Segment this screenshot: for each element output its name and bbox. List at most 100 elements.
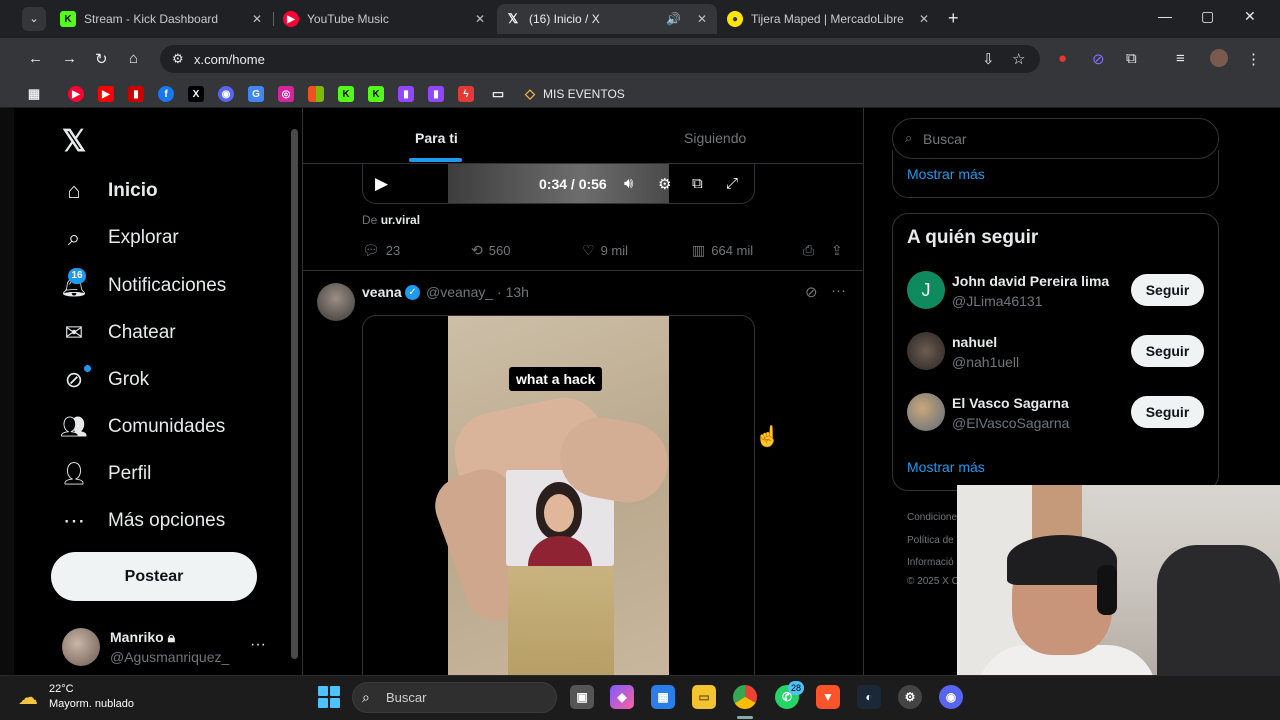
x-bookmark-icon[interactable]: X: [188, 86, 204, 102]
footer-privacy-link[interactable]: Política de: [907, 535, 954, 546]
install-app-icon[interactable]: ⇩: [982, 50, 995, 68]
grok-explain-icon[interactable]: ⊘: [805, 283, 818, 301]
red-bookmark-icon[interactable]: ▮: [128, 86, 144, 102]
weather-cloud-sun-icon[interactable]: ☁: [18, 685, 38, 710]
discord-taskbar-icon[interactable]: ◉: [939, 685, 963, 709]
ticket-icon[interactable]: ◇: [522, 86, 538, 102]
tab-following[interactable]: Siguiendo: [684, 130, 746, 146]
store-icon[interactable]: ▦: [651, 685, 675, 709]
close-window-icon[interactable]: ✕: [1244, 8, 1256, 25]
windows-start-icon[interactable]: [318, 686, 340, 708]
steam-icon[interactable]: ◐: [857, 685, 881, 709]
bolt-icon[interactable]: ϟ: [458, 86, 474, 102]
settings-app-icon[interactable]: ⚙: [898, 685, 922, 709]
pip-icon[interactable]: ⧉: [692, 175, 703, 192]
url-text[interactable]: x.com/home: [194, 52, 265, 67]
kick-bookmark-icon[interactable]: K: [338, 86, 354, 102]
brave-icon[interactable]: ▼: [816, 685, 840, 709]
nav-explore[interactable]: ⌕ Explorar: [60, 220, 179, 256]
speaker-icon[interactable]: 🔊: [666, 12, 681, 26]
extensions-puzzle-icon[interactable]: ⧉: [1126, 50, 1137, 67]
share-button[interactable]: ⇪: [831, 242, 843, 259]
views-button[interactable]: ▥ 664 mil: [692, 242, 753, 259]
nav-grok[interactable]: ⊘ Grok: [60, 362, 149, 398]
post-author-handle[interactable]: @veanay_ · 13h: [426, 284, 529, 300]
suggestion-name[interactable]: El Vasco Sagarna: [952, 395, 1069, 411]
settings-gear-icon[interactable]: ⚙: [658, 175, 671, 193]
chrome-icon[interactable]: [733, 685, 757, 709]
forward-icon[interactable]: →: [62, 50, 77, 67]
volume-icon[interactable]: 🔊︎: [624, 175, 633, 192]
follow-button[interactable]: Seguir: [1131, 396, 1204, 428]
close-tab-icon[interactable]: ✕: [475, 12, 485, 26]
follow-button[interactable]: Seguir: [1131, 274, 1204, 306]
nav-more[interactable]: ⋯ Más opciones: [60, 503, 225, 539]
minimize-icon[interactable]: —: [1158, 8, 1172, 24]
address-bar[interactable]: [160, 45, 1040, 73]
extension-shield-icon[interactable]: ●: [1058, 50, 1067, 67]
like-button[interactable]: ♡ 9 mil: [582, 242, 628, 259]
facebook-icon[interactable]: f: [158, 86, 174, 102]
show-more-trends-link[interactable]: Mostrar más: [907, 166, 985, 182]
twitch-icon[interactable]: ▮: [398, 86, 414, 102]
tab-for-you[interactable]: Para ti: [415, 130, 458, 146]
suggestion-name[interactable]: nahuel: [952, 334, 997, 350]
apps-grid-icon[interactable]: ▦: [26, 86, 42, 102]
tab-x-home[interactable]: 𝕏 (16) Inicio / X 🔊 ✕: [497, 4, 717, 34]
account-more-icon[interactable]: ···: [250, 636, 266, 654]
post-author-name[interactable]: veana: [362, 284, 402, 300]
youtube-music-bookmark-icon[interactable]: ▶: [68, 86, 84, 102]
post-button[interactable]: Postear: [51, 552, 257, 601]
account-avatar[interactable]: [62, 628, 100, 666]
maximize-icon[interactable]: ▢: [1201, 8, 1214, 25]
suggestion-avatar[interactable]: [907, 332, 945, 370]
repost-button[interactable]: ⟲ 560: [471, 242, 510, 259]
file-explorer-icon[interactable]: ▭: [692, 685, 716, 709]
instagram-icon[interactable]: ◎: [278, 86, 294, 102]
weather-temperature[interactable]: 22°C: [49, 683, 74, 695]
youtube-bookmark-icon[interactable]: ▶: [98, 86, 114, 102]
folder-icon[interactable]: ▭: [490, 86, 506, 102]
suggestion-avatar[interactable]: J: [907, 271, 945, 309]
extension-block-icon[interactable]: ⊘: [1092, 50, 1105, 68]
new-tab-button[interactable]: +: [948, 8, 959, 29]
x-logo[interactable]: 𝕏: [62, 124, 86, 159]
discord-icon[interactable]: ◉: [218, 86, 234, 102]
follow-button[interactable]: Seguir: [1131, 335, 1204, 367]
tab-youtube-music[interactable]: ▶ YouTube Music ✕: [275, 4, 495, 34]
account-name[interactable]: Manriko 🔒︎: [110, 629, 175, 646]
bookmark-star-icon[interactable]: ☆: [1012, 50, 1025, 68]
close-tab-icon[interactable]: ✕: [252, 12, 262, 26]
reload-icon[interactable]: ↻: [95, 50, 108, 68]
home-button-icon[interactable]: ⌂: [129, 50, 138, 67]
taskbar-search[interactable]: [352, 682, 557, 713]
suggestion-name[interactable]: John david Pereira lima: [952, 273, 1109, 289]
profile-avatar[interactable]: [1210, 49, 1228, 67]
show-more-follow-link[interactable]: Mostrar más: [907, 459, 985, 475]
tab-mercadolibre[interactable]: ● Tijera Maped | MercadoLibre ✕: [719, 4, 939, 34]
menu-kebab-icon[interactable]: ⋮: [1246, 50, 1261, 68]
bookmark-folder-label[interactable]: MIS EVENTOS: [543, 87, 625, 101]
suggestion-avatar[interactable]: [907, 393, 945, 431]
footer-terms-link[interactable]: Condicione: [907, 512, 957, 523]
twitch-icon-2[interactable]: ▮: [428, 86, 444, 102]
close-tab-icon[interactable]: ✕: [919, 12, 929, 26]
tab-search-button[interactable]: ⌄: [22, 7, 46, 31]
nav-profile[interactable]: 👤︎ Perfil: [60, 456, 151, 492]
play-icon[interactable]: ▶: [375, 174, 388, 194]
reply-button[interactable]: 💬︎ 23: [362, 242, 400, 259]
fullscreen-icon[interactable]: ⤢: [726, 175, 738, 192]
nav-communities[interactable]: 👥︎ Comunidades: [60, 409, 225, 445]
sidebar-scrollbar[interactable]: [289, 117, 299, 672]
post-author-avatar[interactable]: [317, 283, 355, 321]
back-icon[interactable]: ←: [28, 50, 43, 67]
close-tab-icon[interactable]: ✕: [697, 12, 707, 26]
copilot-icon[interactable]: ◆: [610, 685, 634, 709]
microsoft-icon[interactable]: [308, 86, 324, 102]
nav-chat[interactable]: ✉ Chatear: [60, 315, 176, 351]
bookmark-button[interactable]: ⎙: [803, 242, 814, 259]
scrollbar-thumb[interactable]: [291, 129, 298, 659]
footer-info-link[interactable]: Informació: [907, 557, 954, 568]
post-more-icon[interactable]: ···: [831, 282, 846, 299]
media-control-icon[interactable]: ≡: [1176, 50, 1185, 67]
